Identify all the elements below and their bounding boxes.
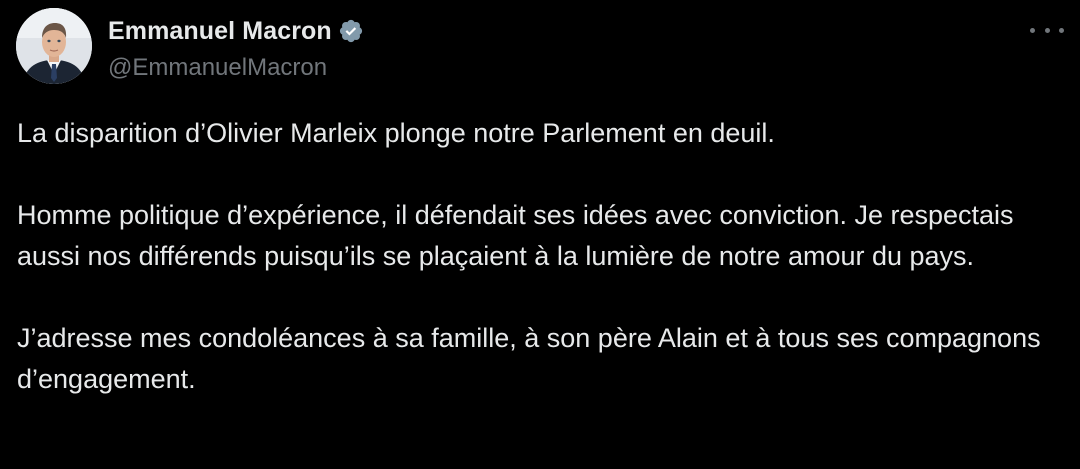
tweet-paragraph: La disparition d’Olivier Marleix plonge … (17, 118, 775, 148)
display-name-row: Emmanuel Macron (108, 14, 364, 48)
tweet-header: Emmanuel Macron @EmmanuelMacron (16, 8, 1064, 86)
tweet-card: Emmanuel Macron @EmmanuelMacron La dispa… (0, 0, 1080, 469)
more-dot (1030, 27, 1035, 33)
tweet-text: La disparition d’Olivier Marleix plonge … (17, 113, 1056, 400)
author-display-name[interactable]: Emmanuel Macron (108, 17, 332, 46)
verified-badge-icon[interactable] (338, 18, 364, 44)
author-names: Emmanuel Macron @EmmanuelMacron (108, 14, 364, 82)
more-horizontal-icon[interactable] (1030, 20, 1064, 40)
author-handle[interactable]: @EmmanuelMacron (108, 54, 364, 82)
avatar[interactable] (16, 8, 92, 84)
tweet-paragraph: Homme politique d’expérience, il défenda… (17, 200, 1014, 271)
more-dot (1044, 27, 1050, 33)
avatar-image (16, 8, 92, 84)
more-dot (1059, 27, 1064, 33)
tweet-paragraph: J’adresse mes condoléances à sa famille,… (17, 323, 1041, 394)
